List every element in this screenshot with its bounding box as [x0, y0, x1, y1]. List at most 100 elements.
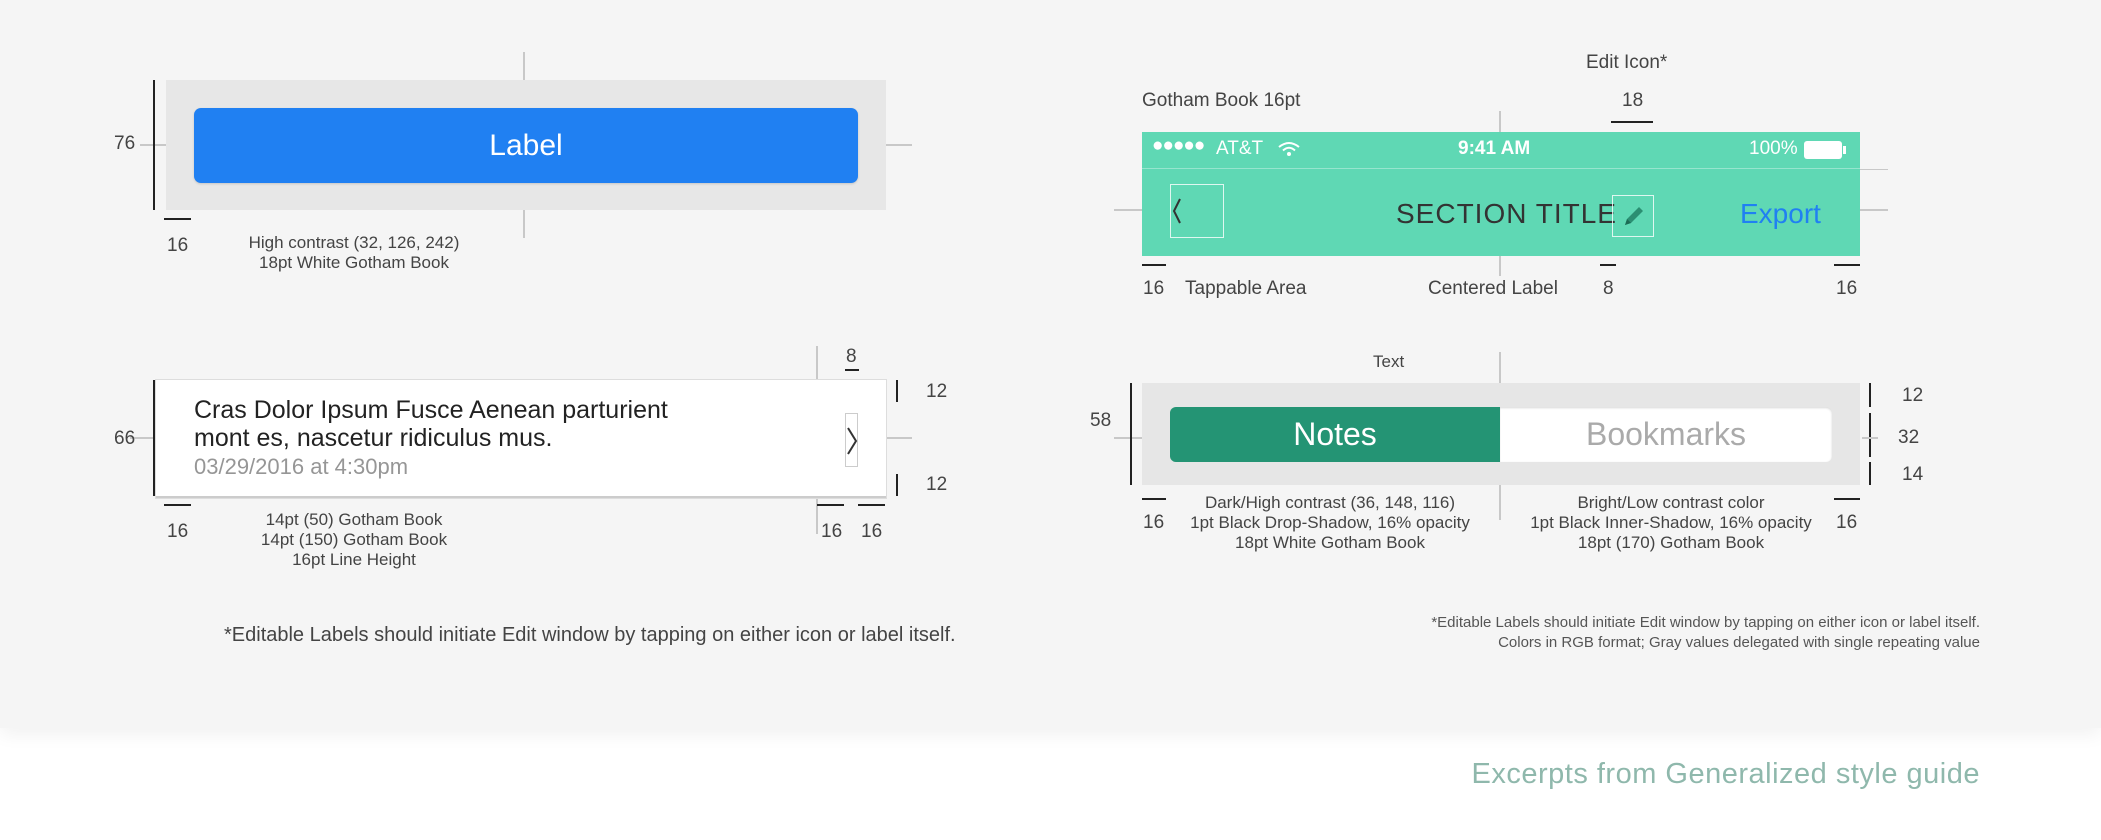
guide-line: [886, 437, 912, 439]
guide-line: [1499, 256, 1501, 276]
caption-line: 1pt Black Drop-Shadow, 16% opacity: [1190, 513, 1470, 532]
guide-line: [1114, 209, 1142, 211]
control-height-dimension: 32: [1898, 427, 1920, 448]
guide-line: [523, 210, 525, 238]
caption-line: 18pt (170) Gotham Book: [1577, 533, 1765, 552]
height-marker: [1130, 383, 1132, 485]
segment-notes[interactable]: Notes: [1170, 407, 1500, 462]
guide-line: [816, 346, 818, 380]
left-margin-dimension: 16: [167, 521, 189, 542]
guide-line: [1499, 111, 1501, 132]
pad-top-marker: [896, 380, 898, 402]
export-button[interactable]: Export: [1740, 198, 1821, 230]
pad-bottom-marker: [1869, 462, 1871, 485]
tappable-area-label: Tappable Area: [1185, 278, 1307, 299]
guide-line: [1114, 437, 1142, 439]
height-marker: [153, 380, 155, 496]
row-title-line: Cras Dolor Ipsum Fusce Aenean parturient: [194, 396, 668, 424]
pad-bottom-dimension: 12: [926, 474, 948, 495]
guide-line: [523, 52, 525, 80]
pencil-icon: [1625, 207, 1643, 225]
caption-line: 16pt Line Height: [292, 550, 416, 569]
pad-bottom-marker: [896, 474, 898, 496]
guide-line: [1499, 485, 1501, 520]
footer-title: Excerpts from Generalized style guide: [1471, 758, 1980, 790]
carrier-name: AT&T: [1216, 138, 1264, 159]
gap-marker: [1600, 264, 1616, 266]
dark-segment-caption: Dark/High contrast (36, 148, 116) 1pt Bl…: [1180, 493, 1480, 553]
status-time: 9:41 AM: [1458, 138, 1531, 159]
guide-line: [886, 144, 912, 146]
centered-label-note: Centered Label: [1428, 278, 1558, 299]
navigation-bar: ●●●●● AT&T 9:41 AM 100% SECTION TITLE Ex…: [1142, 132, 1860, 256]
edit-button[interactable]: [1612, 195, 1654, 237]
footnote-line: *Editable Labels should initiate Edit wi…: [1431, 614, 1980, 631]
guide-line: [1499, 352, 1501, 383]
status-separator: [1142, 168, 1860, 169]
caption-line: 14pt (150) Gotham Book: [260, 530, 448, 549]
gap-dimension: 8: [1603, 278, 1614, 299]
caption-line: 14pt (50) Gotham Book: [265, 510, 443, 529]
pad-top-dimension: 12: [1902, 385, 1924, 406]
chevron-left-icon: [1172, 198, 1181, 224]
back-button[interactable]: [1170, 184, 1224, 238]
segment-bookmarks[interactable]: Bookmarks: [1500, 407, 1832, 462]
margin-marker: [817, 504, 844, 506]
margin-marker: [164, 504, 191, 506]
caption-line: High contrast (32, 126, 242): [248, 233, 460, 252]
caption-line: Bright/Low contrast color: [1577, 493, 1765, 512]
footnote-left: *Editable Labels should initiate Edit wi…: [224, 624, 956, 646]
top-gap-marker: [845, 369, 859, 371]
right-margin-dimension: 16: [1836, 278, 1858, 299]
pad-top-marker: [1869, 383, 1871, 407]
pad-top-dimension: 12: [926, 381, 948, 402]
height-dimension: 66: [114, 428, 136, 449]
height-dimension: 58: [1090, 410, 1112, 431]
disclosure-box: [845, 413, 858, 467]
row-title: Cras Dolor Ipsum Fusce Aenean parturient…: [194, 396, 668, 452]
pad-bottom-dimension: 14: [1902, 464, 1924, 485]
button-caption: High contrast (32, 126, 242) 18pt White …: [224, 233, 484, 273]
control-height-marker: [1869, 413, 1871, 457]
segmented-control: Notes Bookmarks: [1170, 407, 1832, 462]
chevron-margin-dimension: 16: [821, 521, 843, 542]
margin-dimension: 16: [167, 235, 189, 256]
margin-marker: [1834, 264, 1860, 266]
light-segment-caption: Bright/Low contrast color 1pt Black Inne…: [1521, 493, 1821, 553]
guide-line: [1862, 437, 1878, 439]
left-margin-dimension: 16: [1143, 512, 1165, 533]
top-gap-dimension: 8: [846, 346, 857, 367]
height-dimension: 76: [114, 133, 136, 154]
left-margin-dimension: 16: [1143, 278, 1165, 299]
footnote-line: Colors in RGB format; Gray values delega…: [1498, 634, 1980, 651]
battery-icon: [1804, 141, 1846, 159]
caption-line: 18pt White Gotham Book: [1235, 533, 1425, 552]
row-subtitle: 03/29/2016 at 4:30pm: [194, 454, 409, 479]
signal-icon: ●●●●●: [1152, 135, 1205, 156]
caption-line: 1pt Black Inner-Shadow, 16% opacity: [1530, 513, 1812, 532]
row-title-line: mont es, nascetur ridiculus mus.: [194, 424, 553, 452]
edit-icon-note: Edit Icon*: [1586, 52, 1668, 73]
footnote-right: *Editable Labels should initiate Edit wi…: [1431, 613, 1980, 653]
guide-line: [1860, 169, 1888, 170]
caption-line: 18pt White Gotham Book: [259, 253, 449, 272]
primary-label-button[interactable]: Label: [194, 108, 858, 183]
guide-line: [1860, 209, 1888, 211]
status-bar: ●●●●● AT&T 9:41 AM 100%: [1142, 132, 1860, 168]
caption-line: Dark/High contrast (36, 148, 116): [1204, 493, 1456, 512]
section-title[interactable]: SECTION TITLE: [1396, 198, 1617, 230]
margin-marker: [1834, 498, 1860, 500]
margin-marker: [858, 504, 885, 506]
list-caption: 14pt (50) Gotham Book 14pt (150) Gotham …: [224, 510, 484, 570]
battery-percent: 100%: [1749, 138, 1798, 159]
margin-marker: [164, 218, 191, 220]
right-margin-dimension: 16: [1836, 512, 1858, 533]
chevron-right-icon: [847, 427, 858, 455]
edit-icon-marker: [1611, 121, 1653, 123]
wifi-icon: [1278, 142, 1300, 156]
text-note: Text: [1373, 352, 1405, 371]
height-marker: [153, 80, 155, 210]
margin-marker: [1142, 498, 1166, 500]
edit-icon-dimension: 18: [1622, 90, 1644, 111]
right-margin-dimension: 16: [861, 521, 883, 542]
